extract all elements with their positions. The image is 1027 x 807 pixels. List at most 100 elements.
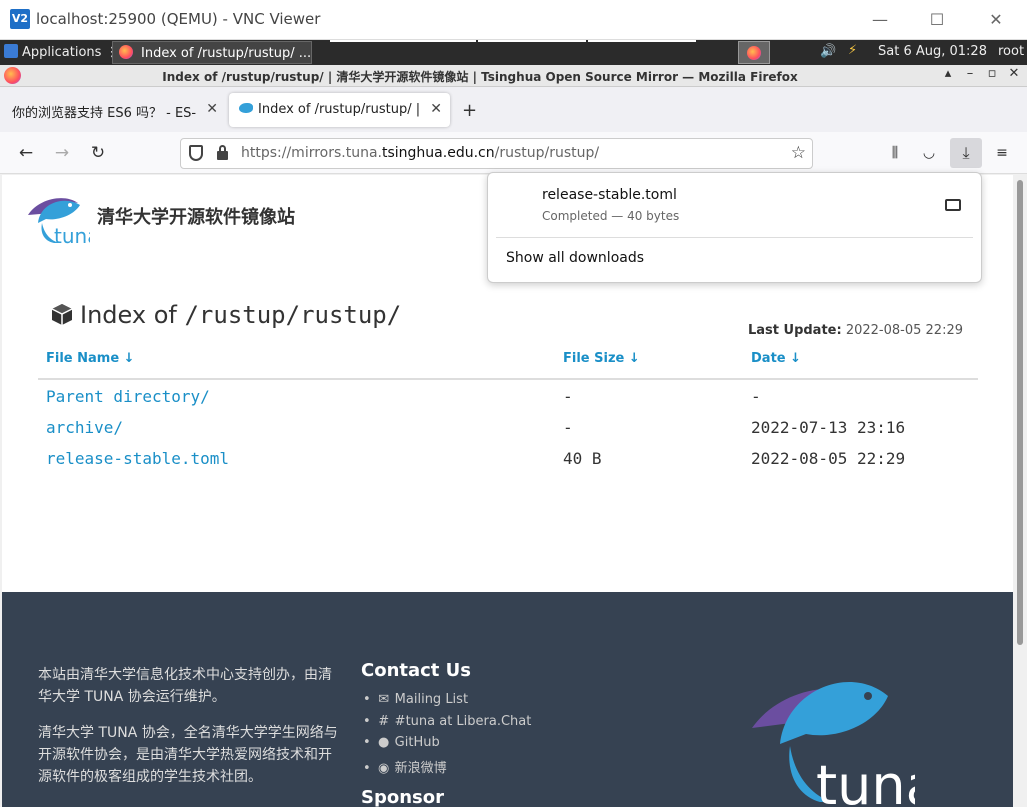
downloads-icon[interactable]: ⤓ — [950, 138, 982, 168]
folder-icon[interactable] — [945, 199, 961, 211]
title-prefix: Index of — [80, 301, 185, 329]
title-path: /rustup/rustup/ — [184, 301, 402, 329]
tuna-favicon-icon — [239, 103, 253, 113]
site-footer: 本站由清华大学信息化技术中心支持创办，由清华大学 TUNA 协会运行维护。 清华… — [2, 592, 1013, 807]
svg-text:tuna: tuna — [54, 224, 90, 245]
contact-label: #tuna at Libera.Chat — [394, 713, 532, 729]
minimize-icon[interactable]: — — [860, 6, 900, 34]
panel-spacer — [588, 40, 696, 42]
url-bar[interactable]: https://mirrors.tuna.tsinghua.edu.cn/rus… — [180, 138, 813, 169]
tab-strip: 你的浏览器支持 ES6 吗？ - ES- ✕ Index of /rustup/… — [0, 87, 1027, 132]
footer-about: 本站由清华大学信息化技术中心支持创办，由清华大学 TUNA 协会运行维护。 — [38, 667, 332, 705]
new-tab-icon[interactable]: + — [462, 100, 477, 121]
volume-icon[interactable]: 🔊 — [820, 44, 836, 59]
panel-user[interactable]: root — [998, 44, 1024, 59]
close-icon[interactable]: ✕ — [976, 6, 1016, 34]
envelope-icon: ✉ — [378, 692, 390, 707]
weibo-icon: ◉ — [378, 760, 390, 776]
vnc-window-title: localhost:25900 (QEMU) - VNC Viewer — [36, 10, 321, 28]
close-tab-icon[interactable]: ✕ — [206, 101, 218, 117]
sponsor-heading: Sponsor — [361, 787, 444, 807]
contact-label: Mailing List — [394, 692, 469, 707]
url-path: /rustup/rustup/ — [494, 145, 600, 161]
forward-icon[interactable]: → — [50, 141, 74, 165]
ff-close-icon[interactable]: ✕ — [1004, 66, 1024, 81]
contact-item-mailing-list[interactable]: • ✉ Mailing List — [363, 692, 531, 714]
applications-label: Applications — [22, 45, 102, 60]
hash-icon: # — [378, 713, 390, 729]
taskbar-firefox-window[interactable]: Index of /rustup/rustup/ ... — [112, 41, 312, 64]
contact-item-github[interactable]: • ● GitHub — [363, 735, 531, 757]
tray-firefox-button[interactable] — [738, 41, 770, 64]
network-icon[interactable]: ⚡ — [848, 43, 857, 58]
contact-list: • ✉ Mailing List • # #tuna at Libera.Chat • ●… — [363, 692, 531, 778]
panel-spacer — [478, 40, 586, 42]
file-link-archive[interactable]: archive/ — [46, 418, 123, 437]
tab-index-rustup[interactable]: Index of /rustup/rustup/ | ✕ — [229, 93, 450, 127]
desktop-panel: Applications ⋮ Index of /rustup/rustup/ … — [0, 40, 1027, 65]
contact-heading: Contact Us — [361, 660, 472, 681]
panel-clock[interactable]: Sat 6 Aug, 01:28 — [878, 44, 987, 59]
downloads-panel: release-stable.toml Completed — 40 bytes… — [487, 172, 982, 283]
contact-label: GitHub — [394, 735, 440, 750]
file-date: 2022-07-13 23:16 — [751, 418, 906, 437]
maximize-icon[interactable]: ☐ — [917, 6, 957, 34]
ff-minimize-icon[interactable]: – — [960, 66, 980, 81]
tab-label: Index of /rustup/rustup/ | — [258, 102, 421, 117]
ff-shade-icon[interactable]: ▴ — [938, 66, 958, 81]
applications-icon — [4, 44, 18, 58]
ff-maximize-icon[interactable]: ▫ — [982, 66, 1002, 81]
download-file-name[interactable]: release-stable.toml — [542, 187, 677, 203]
github-icon: ● — [378, 735, 390, 750]
contact-label: 新浪微博 — [394, 760, 447, 776]
page-scrollbar[interactable] — [1013, 175, 1027, 807]
library-icon[interactable]: ⫼ — [882, 141, 908, 165]
vnc-logo-icon: V2 — [10, 9, 30, 29]
lock-icon[interactable] — [217, 145, 228, 160]
tab-es6[interactable]: 你的浏览器支持 ES6 吗？ - ES- ✕ — [2, 93, 226, 127]
file-link-release-stable[interactable]: release-stable.toml — [46, 449, 229, 468]
file-size: 40 B — [563, 449, 602, 468]
panel-spacer — [330, 40, 476, 42]
taskbar-label: Index of /rustup/rustup/ ... — [141, 46, 312, 61]
tuna-logo-icon: tuna — [28, 198, 90, 245]
tab-label: 你的浏览器支持 ES6 吗？ - ES- — [12, 106, 197, 121]
download-status: Completed — 40 bytes — [542, 209, 680, 223]
firefox-window-title: Index of /rustup/rustup/ | 清华大学开源软件镜像站 |… — [162, 70, 798, 84]
svg-text:tuna: tuna — [816, 754, 915, 807]
back-icon[interactable]: ← — [14, 141, 38, 165]
navigation-toolbar: ← → ↻ https://mirrors.tuna.tsinghua.edu.… — [0, 132, 1027, 174]
column-header-date[interactable]: Date ↓ — [751, 351, 801, 366]
firefox-titlebar: Index of /rustup/rustup/ | 清华大学开源软件镜像站 |… — [0, 65, 1027, 87]
footer-tuna-description: 清华大学 TUNA 协会，全名清华大学学生网络与开源软件协会，是由清华大学热爱网… — [38, 725, 338, 785]
contact-item-irc[interactable]: • # #tuna at Libera.Chat — [363, 714, 531, 736]
package-icon — [51, 304, 73, 325]
last-update-value: 2022-08-05 22:29 — [845, 323, 963, 338]
url-domain: tsinghua.edu.cn — [382, 145, 495, 161]
close-tab-icon[interactable]: ✕ — [430, 101, 442, 117]
file-size: - — [563, 387, 573, 406]
header-divider — [38, 378, 978, 380]
last-update-label: Last Update: — [747, 323, 842, 338]
bookmark-star-icon[interactable]: ☆ — [791, 143, 806, 163]
contact-item-weibo[interactable]: • ◉ 新浪微博 — [363, 757, 531, 779]
show-all-downloads-button[interactable]: Show all downloads — [506, 250, 644, 266]
site-name: 清华大学开源软件镜像站 — [97, 207, 295, 228]
scrollbar-thumb[interactable] — [1017, 180, 1023, 645]
reload-icon[interactable]: ↻ — [86, 141, 110, 165]
vnc-window-titlebar: V2 localhost:25900 (QEMU) - VNC Viewer —… — [0, 0, 1027, 40]
panel-divider — [496, 237, 973, 238]
applications-menu[interactable]: Applications ⋮ — [4, 44, 119, 60]
firefox-icon — [119, 45, 133, 59]
column-header-size[interactable]: File Size ↓ — [563, 351, 640, 366]
page-title: Index of /rustup/rustup/ — [50, 301, 401, 329]
column-header-name[interactable]: File Name ↓ — [46, 351, 135, 366]
url-text[interactable]: https://mirrors.tuna.tsinghua.edu.cn/rus… — [241, 145, 599, 161]
file-link-parent[interactable]: Parent directory/ — [46, 387, 210, 406]
tuna-footer-logo-icon: tuna — [752, 682, 915, 807]
pocket-icon[interactable]: ◡ — [916, 141, 942, 165]
firefox-icon — [747, 46, 761, 60]
menu-hamburger-icon[interactable]: ≡ — [989, 141, 1015, 165]
tracking-shield-icon[interactable] — [189, 145, 203, 161]
last-update: Last Update: 2022-08-05 22:29 — [748, 323, 963, 338]
